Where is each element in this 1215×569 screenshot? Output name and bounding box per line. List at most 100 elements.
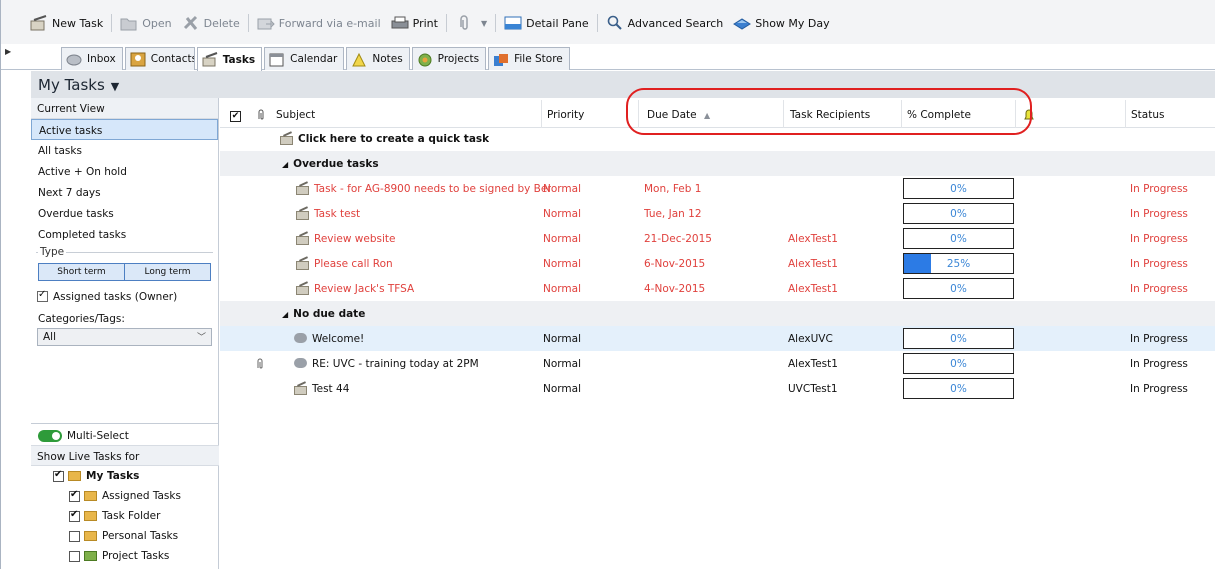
expand-arrow-icon[interactable]: ▶ xyxy=(5,47,11,56)
printer-icon xyxy=(391,15,409,31)
open-button[interactable]: Open xyxy=(115,14,176,32)
task-recipients: AlexUVC xyxy=(788,333,833,345)
search-icon xyxy=(606,15,624,31)
task-row[interactable]: Welcome! Normal AlexUVC 0% In Progress xyxy=(220,326,1215,351)
subject-column-header[interactable]: Subject xyxy=(271,100,541,128)
tab-file-store[interactable]: File Store xyxy=(488,47,570,70)
task-status: In Progress xyxy=(1130,208,1188,220)
tab-label: Calendar xyxy=(290,53,338,65)
percent-complete-bar[interactable]: 0% xyxy=(903,203,1014,224)
view-next-7-days[interactable]: Next 7 days xyxy=(31,182,218,203)
view-active-on-hold[interactable]: Active + On hold xyxy=(31,161,218,182)
print-button[interactable]: Print xyxy=(386,14,443,32)
tab-projects[interactable]: Projects xyxy=(411,47,487,70)
new-task-icon xyxy=(30,15,48,31)
delete-x-icon xyxy=(182,15,200,31)
folder-icon xyxy=(68,471,81,481)
task-subject: Welcome! xyxy=(312,333,365,345)
task-subject-cell: Review Jack's TFSA xyxy=(296,276,551,301)
message-icon xyxy=(294,333,307,343)
tab-tasks[interactable]: Tasks xyxy=(196,47,263,71)
task-subject: Review Jack's TFSA xyxy=(314,283,415,295)
percent-complete-bar[interactable]: 0% xyxy=(903,278,1014,299)
short-term-button[interactable]: Short term xyxy=(39,264,124,280)
tab-inbox[interactable]: Inbox xyxy=(61,47,123,70)
tree-item-assigned-tasks[interactable]: Assigned Tasks xyxy=(31,486,219,506)
task-row[interactable]: Please call Ron Normal 6-Nov-2015 AlexTest1… xyxy=(220,251,1215,276)
new-task-button[interactable]: New Task xyxy=(25,14,108,32)
task-status: In Progress xyxy=(1130,383,1188,395)
task-subject: Test 44 xyxy=(312,383,350,395)
assigned-owner-checkbox[interactable]: Assigned tasks (Owner) xyxy=(31,284,218,306)
task-status: In Progress xyxy=(1130,233,1188,245)
task-icon xyxy=(296,258,309,270)
advanced-search-label: Advanced Search xyxy=(627,16,724,30)
module-tabstrip: ▶ Inbox Contacts Tasks Calendar Notes Pr… xyxy=(1,44,1215,71)
detail-pane-icon xyxy=(504,15,522,31)
forward-email-button[interactable]: Forward via e-mail xyxy=(252,14,386,32)
tab-calendar[interactable]: Calendar xyxy=(264,47,345,70)
percent-complete-bar[interactable]: 0% xyxy=(903,178,1014,199)
delete-button[interactable]: Delete xyxy=(177,14,245,32)
view-overdue-tasks[interactable]: Overdue tasks xyxy=(31,203,218,224)
task-row[interactable]: Task test Normal Tue, Jan 12 0% In Progress xyxy=(220,201,1215,226)
task-status: In Progress xyxy=(1130,258,1188,270)
task-row[interactable]: Task - for AG-8900 needs to be signed by… xyxy=(220,176,1215,201)
show-my-day-button[interactable]: Show My Day xyxy=(728,14,834,32)
percent-complete-bar[interactable]: 0% xyxy=(903,378,1014,399)
task-row[interactable]: RE: UVC - training today at 2PM Normal Ale… xyxy=(220,351,1215,376)
attachment-column-header[interactable] xyxy=(252,100,265,128)
percent-complete-bar[interactable]: 25% xyxy=(903,253,1014,274)
project-folder-icon xyxy=(84,551,97,561)
tab-notes[interactable]: Notes xyxy=(346,47,410,70)
show-live-tasks-header: Show Live Tasks for xyxy=(31,445,219,466)
task-icon xyxy=(296,208,309,220)
view-active-tasks[interactable]: Active tasks xyxy=(31,119,218,140)
task-row[interactable]: Test 44 Normal UVCTest1 0% In Progress xyxy=(220,376,1215,401)
percent-complete-bar[interactable]: 0% xyxy=(903,328,1014,349)
my-day-icon xyxy=(733,15,752,31)
tab-contacts[interactable]: Contacts xyxy=(124,47,195,70)
multi-select-toggle[interactable]: Multi-Select xyxy=(31,424,219,445)
percent-complete-bar[interactable]: 0% xyxy=(903,228,1014,249)
tree-item-project-tasks[interactable]: Project Tasks xyxy=(31,546,219,566)
attach-dropdown-button[interactable]: ▼ xyxy=(450,14,492,32)
new-task-icon xyxy=(280,133,293,145)
inbox-icon xyxy=(66,52,82,67)
status-column-header[interactable]: Status xyxy=(1125,100,1215,128)
tree-label: Personal Tasks xyxy=(102,530,179,542)
long-term-button[interactable]: Long term xyxy=(124,264,210,280)
percent-complete-bar[interactable]: 0% xyxy=(903,353,1014,374)
view-selector[interactable]: My Tasks ▼ xyxy=(31,71,1215,98)
task-due-date: Tue, Jan 12 xyxy=(644,208,702,220)
percent-complete-text: 0% xyxy=(950,233,967,245)
task-row[interactable]: Review Jack's TFSA Normal 4-Nov-2015 AlexTe… xyxy=(220,276,1215,301)
paperclip-icon xyxy=(257,109,265,124)
view-completed-tasks[interactable]: Completed tasks xyxy=(31,224,218,245)
select-all-checkbox[interactable]: ✔ xyxy=(226,100,241,128)
task-due-date: Mon, Feb 1 xyxy=(644,183,702,195)
group-header-no-due-date[interactable]: ◢ No due date xyxy=(220,301,1215,326)
view-all-tasks[interactable]: All tasks xyxy=(31,140,218,161)
checkbox-checked-icon: ✔ xyxy=(230,111,241,122)
tree-item-my-tasks[interactable]: My Tasks xyxy=(31,466,219,486)
toolbar-separator xyxy=(247,14,249,32)
categories-select[interactable]: All ﹀ xyxy=(37,328,212,346)
task-priority: Normal xyxy=(543,383,581,395)
tree-item-task-folder[interactable]: Task Folder xyxy=(31,506,219,526)
task-due-date: 6-Nov-2015 xyxy=(644,258,706,270)
priority-column-header[interactable]: Priority xyxy=(541,100,638,128)
paperclip-icon xyxy=(256,351,264,376)
tab-label: Notes xyxy=(372,53,403,65)
folder-icon xyxy=(84,491,97,501)
group-header-overdue[interactable]: ◢ Overdue tasks xyxy=(220,151,1215,176)
tab-label: File Store xyxy=(514,53,563,65)
advanced-search-button[interactable]: Advanced Search xyxy=(601,14,729,32)
detail-pane-button[interactable]: Detail Pane xyxy=(499,14,594,32)
categories-label: Categories/Tags: xyxy=(38,313,125,325)
task-subject-cell: Task - for AG-8900 needs to be signed by… xyxy=(296,176,551,201)
open-label: Open xyxy=(142,16,172,30)
tree-item-personal-tasks[interactable]: Personal Tasks xyxy=(31,526,219,546)
task-row[interactable]: Review website Normal 21-Dec-2015 AlexTest1… xyxy=(220,226,1215,251)
type-label: Type xyxy=(38,246,67,258)
